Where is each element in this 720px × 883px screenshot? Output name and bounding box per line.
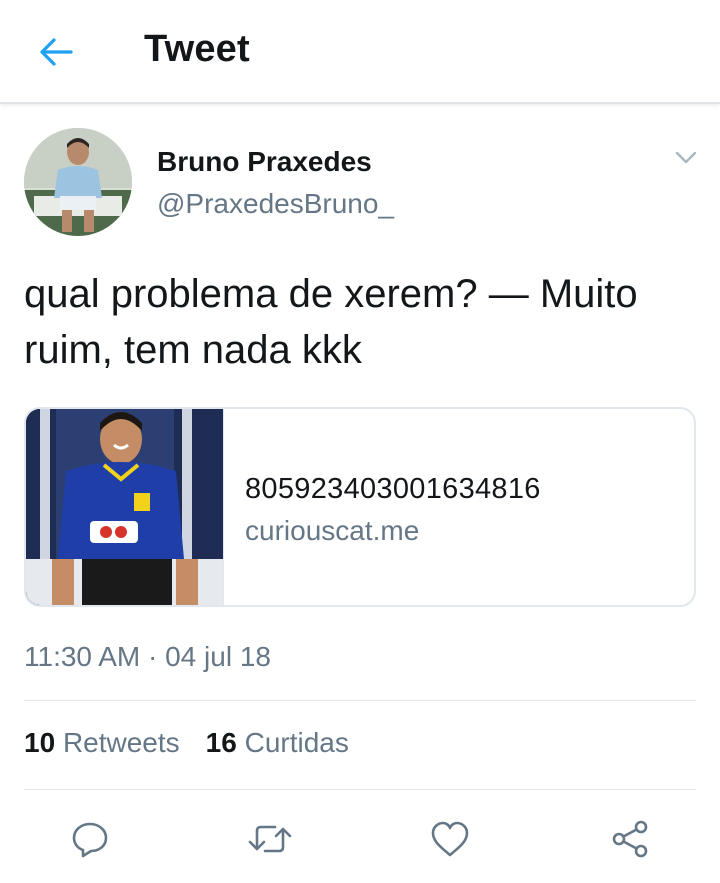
chevron-down-icon [675,151,697,164]
author-name[interactable]: Bruno Praxedes [157,146,372,178]
retweet-button[interactable] [246,815,294,863]
page-title: Tweet [144,28,250,70]
back-button[interactable] [30,30,82,74]
engagement-stats: 10 Retweets 16 Curtidas [24,727,349,759]
tweet-menu-button[interactable] [670,144,702,172]
likes-count: 16 [205,727,237,758]
tweet-timestamp: 11:30 AM · 04 jul 18 [24,641,271,672]
share-button[interactable] [606,815,654,863]
likes-stat[interactable]: 16 Curtidas [206,727,349,759]
link-card[interactable]: 805923403001634816 curiouscat.me [24,407,696,607]
top-app-bar: Tweet [0,0,720,104]
retweets-stat[interactable]: 10 Retweets [24,727,180,759]
arrow-left-icon [40,38,73,66]
retweets-label: Retweets [62,727,180,758]
retweets-count: 10 [24,727,56,758]
card-image [26,409,224,605]
tweet-text: qual problema de xerem? — Muito ruim, te… [24,272,638,372]
divider [24,789,696,790]
retweet-icon [248,825,292,853]
share-icon [612,820,648,858]
card-domain: curiouscat.me [245,515,420,546]
avatar-photo [24,128,132,236]
reply-icon [72,822,108,858]
author-handle[interactable]: @PraxedesBruno_ [157,188,394,220]
likes-label: Curtidas [244,727,349,758]
avatar[interactable] [24,128,132,236]
like-icon [431,821,469,857]
divider [24,700,696,701]
like-button[interactable] [426,815,474,863]
card-title: 805923403001634816 [245,473,541,505]
reply-button[interactable] [66,815,114,863]
